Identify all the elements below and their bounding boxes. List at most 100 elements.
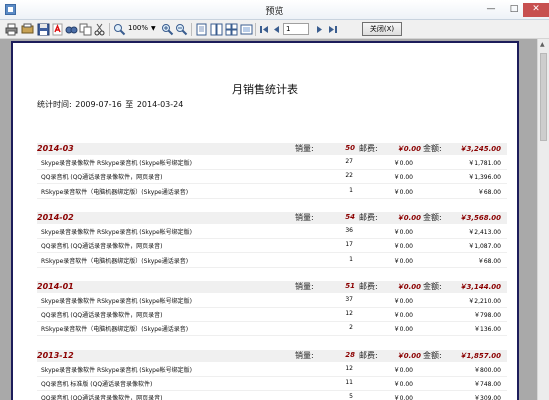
group-qty: 54 [345,212,355,221]
zoom-in-icon[interactable] [161,23,174,36]
range-start: 2009-07-16 [75,100,122,109]
product-row: RSkype录音软件（电脑机器绑定版）(Skype通话录音) 2 ￥0.00 ￥136… [37,322,507,337]
save-icon[interactable] [37,23,50,36]
pdf-icon[interactable] [51,23,64,36]
scroll-up-icon[interactable]: ▲ [540,41,545,48]
amount-label: 金额: [423,350,442,360]
group-month: 2014-02 [37,212,74,222]
group-qty: 51 [345,281,355,290]
product-name: RSkype录音软件（电脑机器绑定版）(Skype通话录音) [41,188,189,196]
group-qty: 28 [345,350,355,359]
product-postage: ￥0.00 [393,228,413,236]
product-postage: ￥0.00 [393,160,413,167]
print-setup-icon[interactable] [21,23,34,36]
product-postage: ￥0.00 [393,243,413,251]
product-name: Skype录音录像软件 RSkype录音机 (Skype帐号绑定版) [41,297,193,305]
minimize-button[interactable]: — [479,3,503,17]
printer-icon[interactable] [5,23,18,36]
product-amount: ￥1,396.00 [468,174,501,182]
toolbar: 100% ▼ 1 关闭(X) [0,20,549,39]
view-double-icon[interactable] [210,23,223,36]
product-row: Skype录音录像软件 RSkype录音机 (Skype帐号绑定版) 37 ￥0.0… [37,294,507,308]
range-sep: 至 [125,100,134,109]
product-qty: 11 [345,379,353,386]
product-qty: 1 [349,255,353,263]
group-postage: ￥0.00 [396,213,421,222]
chevron-down-icon[interactable]: ▼ [151,25,156,32]
page-setup-icon[interactable] [240,23,253,36]
group-postage: ￥0.00 [396,282,421,291]
prev-page-icon[interactable] [270,23,283,36]
product-row: QQ录音机 标准版 (QQ通话录音录像软件) 11 ￥0.00 ￥748.00 [37,377,507,391]
product-amount: ￥800.00 [474,366,501,374]
report-date-range: 统计时间: 2009-07-16 至 2014-03-24 [36,99,183,110]
product-postage: ￥0.00 [393,381,413,388]
product-qty: 36 [345,226,353,234]
qty-label: 销量: [295,144,314,153]
close-window-button[interactable]: ✕ [523,3,549,17]
report-page: 月销售统计表 统计时间: 2009-07-16 至 2014-03-24 201… [11,41,519,400]
product-postage: ￥0.00 [393,366,413,374]
page-number-input[interactable]: 1 [283,23,309,35]
close-preview-button[interactable]: 关闭(X) [362,22,402,36]
preview-viewport: 月销售统计表 统计时间: 2009-07-16 至 2014-03-24 201… [0,39,537,400]
product-row: Skype录音录像软件 RSkype录音机 (Skype帐号绑定版) 12 ￥0.0… [37,363,507,377]
zoom-icon[interactable] [113,23,126,36]
product-name: RSkype录音软件（电脑机器绑定版）(Skype通话录音) [41,326,189,334]
next-page-icon[interactable] [313,23,326,36]
amount-label: 金额: [423,281,442,291]
product-amount: ￥748.00 [474,381,501,388]
product-qty: 22 [345,172,353,180]
product-qty: 12 [345,364,353,372]
qty-label: 销量: [295,350,314,360]
product-name: QQ录音机 (QQ通话录音录像软件，网页录音) [41,395,163,400]
group-amount: ￥1,857.00 [459,351,501,360]
month-group-row: 2014-01 销量: 51 邮费: ￥0.00 金额: ￥3,144.00 [37,280,507,293]
product-postage: ￥0.00 [393,395,413,400]
zoom-out-icon[interactable] [175,23,188,36]
copy-icon[interactable] [79,23,92,36]
product-qty: 1 [349,186,353,194]
product-row: QQ录音机 (QQ通话录音录像软件，网页录音) 22 ￥0.00 ￥1,396.00 [37,170,507,185]
range-label: 统计时间: [37,100,72,109]
product-amount: ￥798.00 [474,312,501,320]
amount-label: 金额: [423,144,442,153]
find-icon[interactable] [65,23,78,36]
product-name: QQ录音机 标准版 (QQ通话录音录像软件) [41,381,153,388]
product-name: Skype录音录像软件 RSkype录音机 (Skype帐号绑定版) [41,228,193,236]
product-postage: ￥0.00 [393,257,413,265]
product-postage: ￥0.00 [393,174,413,182]
product-postage: ￥0.00 [393,326,413,334]
product-amount: ￥68.00 [477,257,501,265]
product-row: QQ录音机 (QQ通话录音录像软件，网页录音) 12 ￥0.00 ￥798.00 [37,308,507,323]
product-name: QQ录音机 (QQ通话录音录像软件，网页录音) [41,312,163,320]
vertical-scrollbar[interactable]: ▲ [537,39,549,400]
zoom-select[interactable]: 100% [128,24,148,32]
title-bar: 预览 — □ ✕ [0,0,549,20]
cut-icon[interactable] [93,23,106,36]
product-qty: 27 [345,158,353,165]
view-multi-icon[interactable] [225,23,238,36]
product-amount: ￥309.00 [474,395,501,400]
product-amount: ￥2,413.00 [468,228,501,236]
qty-label: 销量: [295,212,314,222]
group-postage: ￥0.00 [396,145,421,153]
postage-label: 邮费: [359,350,378,360]
product-qty: 2 [349,324,353,332]
qty-label: 销量: [295,281,314,291]
view-single-icon[interactable] [195,23,208,36]
product-amount: ￥1,087.00 [468,243,501,251]
last-page-icon[interactable] [326,23,339,36]
product-qty: 37 [345,295,353,303]
group-qty: 50 [345,144,355,152]
product-name: Skype录音录像软件 RSkype录音机 (Skype帐号绑定版) [41,366,193,374]
product-postage: ￥0.00 [393,312,413,320]
postage-label: 邮费: [359,144,378,153]
group-amount: ￥3,568.00 [459,213,501,222]
product-name: Skype录音录像软件 RSkype录音机 (Skype帐号绑定版) [41,160,193,167]
product-row: Skype录音录像软件 RSkype录音机 (Skype帐号绑定版) 27 ￥0.0… [37,156,507,170]
product-qty: 17 [345,241,353,249]
product-amount: ￥1,781.00 [468,160,501,167]
product-qty: 5 [349,393,353,400]
scroll-thumb[interactable] [540,53,547,141]
